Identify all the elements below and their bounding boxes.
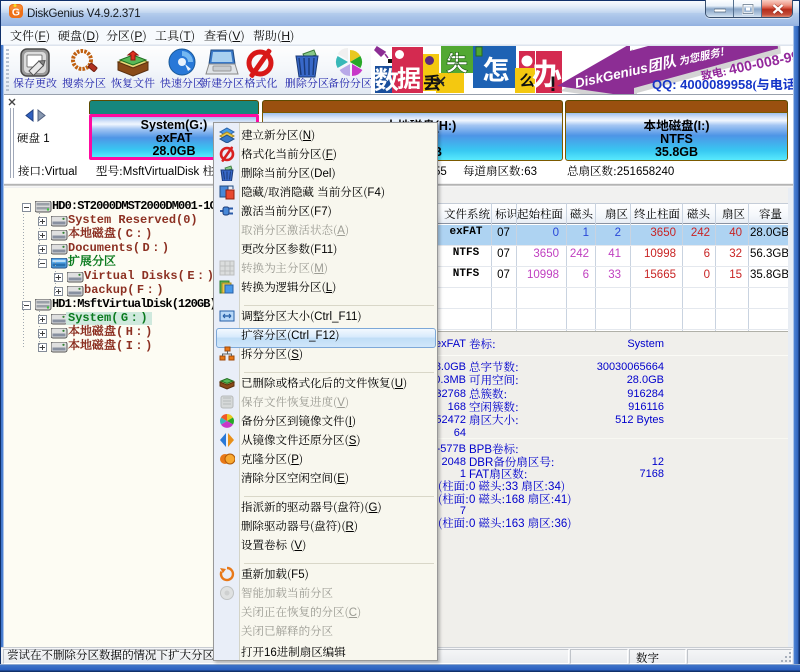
svg-text:怎: 怎 [483, 49, 510, 88]
svg-text:丢: 丢 [423, 70, 441, 95]
svg-text:!: ! [550, 73, 557, 94]
svg-text:办: 办 [532, 50, 563, 94]
svg-text:G: G [12, 7, 20, 19]
svg-text:失: 失 [446, 46, 468, 78]
svg-text:数: 数 [374, 61, 399, 94]
svg-text:据: 据 [397, 59, 421, 94]
